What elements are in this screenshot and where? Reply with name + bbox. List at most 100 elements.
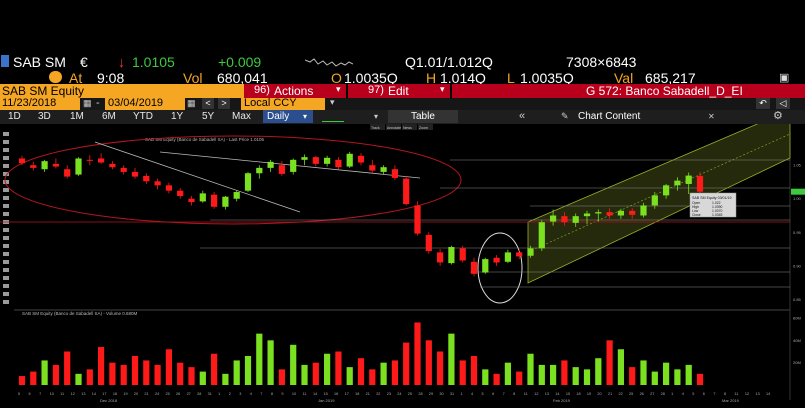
volume-bar: [335, 351, 342, 385]
end-date-text: 03/04/2019: [108, 97, 164, 109]
candle-body: [210, 194, 218, 207]
security-field-text: SAB SM Equity: [2, 84, 85, 98]
candle-body: [380, 167, 387, 172]
candle-body: [109, 163, 116, 168]
calendar-icon[interactable]: ▦: [187, 98, 196, 109]
drawing-tool-icon: [3, 276, 9, 280]
volume-bar: [516, 371, 523, 385]
frequency-select[interactable]: Daily ▾: [263, 110, 313, 123]
volume-bar: [301, 364, 308, 385]
volume-bar: [120, 364, 127, 385]
last-price-marker: [791, 188, 805, 195]
chevron-down-icon: ▾: [440, 84, 445, 94]
volume-bar: [380, 362, 387, 385]
x-tick-label: 28: [197, 392, 201, 396]
volume-bar: [86, 369, 93, 385]
drawing-tool-icon: [3, 252, 9, 256]
x-tick-label: 18: [576, 392, 580, 396]
x-tick-label: 28: [418, 392, 422, 396]
tooltip-key: Close: [692, 213, 701, 217]
candle-body: [267, 161, 274, 168]
chevron-down-icon[interactable]: ▾: [330, 97, 335, 108]
volume-bar: [425, 340, 432, 385]
price-chart[interactable]: Track Annotate News Zoom SAB SM Equity (Ban…: [0, 124, 805, 408]
candle-body: [199, 193, 206, 202]
period-1m[interactable]: 1M: [70, 110, 84, 123]
x-tick-label: 7: [503, 392, 505, 396]
x-tick-label: 29: [429, 392, 433, 396]
end-date-field[interactable]: 03/04/2019: [105, 97, 185, 110]
volume-bar: [617, 349, 625, 385]
period-ytd[interactable]: YTD: [133, 110, 153, 123]
close-icon[interactable]: ✕: [708, 110, 715, 123]
volume-bar: [459, 360, 466, 385]
drawing-tool-icon: [3, 236, 9, 240]
line-style-icon[interactable]: [322, 112, 344, 122]
candle-body: [640, 205, 647, 216]
drawing-tool-icon: [3, 212, 9, 216]
start-date-field[interactable]: 11/23/2018: [0, 97, 80, 110]
calendar-icon[interactable]: ▦: [83, 98, 92, 109]
x-tick-label: 6: [703, 392, 705, 396]
gear-icon[interactable]: ✎: [561, 110, 569, 123]
volume-bar: [41, 360, 48, 385]
edit-menu[interactable]: 97) Edit ▾: [348, 84, 450, 98]
drawing-tool-icon: [3, 260, 9, 264]
x-tick-label: 5: [692, 392, 694, 396]
candle-body: [606, 212, 613, 216]
volume-bar: [595, 358, 602, 385]
candle-body: [86, 159, 93, 161]
x-tick-label: 13: [545, 392, 549, 396]
period-6m[interactable]: 6M: [102, 110, 116, 123]
table-button[interactable]: Table: [388, 110, 458, 123]
candle-body: [674, 180, 681, 186]
period-1y[interactable]: 1Y: [171, 110, 183, 123]
x-tick-label: 6: [492, 392, 494, 396]
x-tick-label: 8: [271, 392, 273, 396]
volume-bar: [414, 322, 421, 385]
candle-body: [583, 213, 591, 217]
back-icon[interactable]: ◁: [776, 98, 790, 109]
gear-icon[interactable]: ⚙: [773, 110, 783, 123]
drawing-tool-icon: [3, 284, 9, 288]
security-field[interactable]: SAB SM Equity: [0, 84, 244, 98]
collapse-icon[interactable]: «: [519, 110, 525, 123]
x-tick-label: 8: [724, 392, 726, 396]
quote-line: SAB SM € ↓ 1.0105 +0.009 Q1.01/1.012Q 73…: [0, 52, 805, 72]
x-tick-label: 12: [745, 392, 749, 396]
prev-period-button[interactable]: <: [202, 98, 214, 109]
frequency-text: Daily: [267, 111, 290, 122]
period-3d[interactable]: 3D: [38, 110, 51, 123]
x-tick-label: 14: [92, 392, 96, 396]
chart-content-label[interactable]: Chart Content: [578, 110, 640, 123]
chevron-down-icon[interactable]: ▾: [374, 110, 378, 123]
period-max[interactable]: Max: [232, 110, 251, 123]
expand-icon[interactable]: ▣: [779, 71, 789, 84]
volume-bar: [52, 364, 60, 385]
period-5y[interactable]: 5Y: [202, 110, 214, 123]
security-toolbar: SAB SM Equity 96) Actions ▾ 97) Edit ▾ G…: [0, 84, 805, 98]
x-tick-label: 22: [376, 392, 380, 396]
back-icon[interactable]: ↶: [756, 98, 770, 109]
actions-menu[interactable]: 96) Actions ▾: [244, 84, 346, 98]
candle-body: [64, 169, 71, 177]
x-tick-label: 4: [682, 392, 684, 396]
period-1d[interactable]: 1D: [8, 110, 21, 123]
currency-selector[interactable]: Local CCY: [241, 97, 325, 110]
start-date-text: 11/23/2018: [2, 97, 57, 109]
x-tick-label: 5: [482, 392, 484, 396]
drawing-tool-icon: [3, 156, 9, 160]
candle-body: [470, 261, 478, 274]
candle-body: [75, 158, 82, 175]
edit-label: Edit: [388, 84, 409, 98]
chart-tool-label: Track: [371, 126, 380, 130]
volume-bar: [561, 360, 568, 385]
candle-body: [369, 165, 376, 171]
volume-bar: [109, 362, 116, 385]
candle-body: [323, 157, 331, 164]
next-period-button[interactable]: >: [218, 98, 230, 109]
chart-tool-button: Track: [370, 124, 385, 130]
x-tick-label: 1: [671, 392, 673, 396]
drawing-tool-icon: [3, 292, 9, 296]
actions-number: 96): [254, 84, 270, 96]
